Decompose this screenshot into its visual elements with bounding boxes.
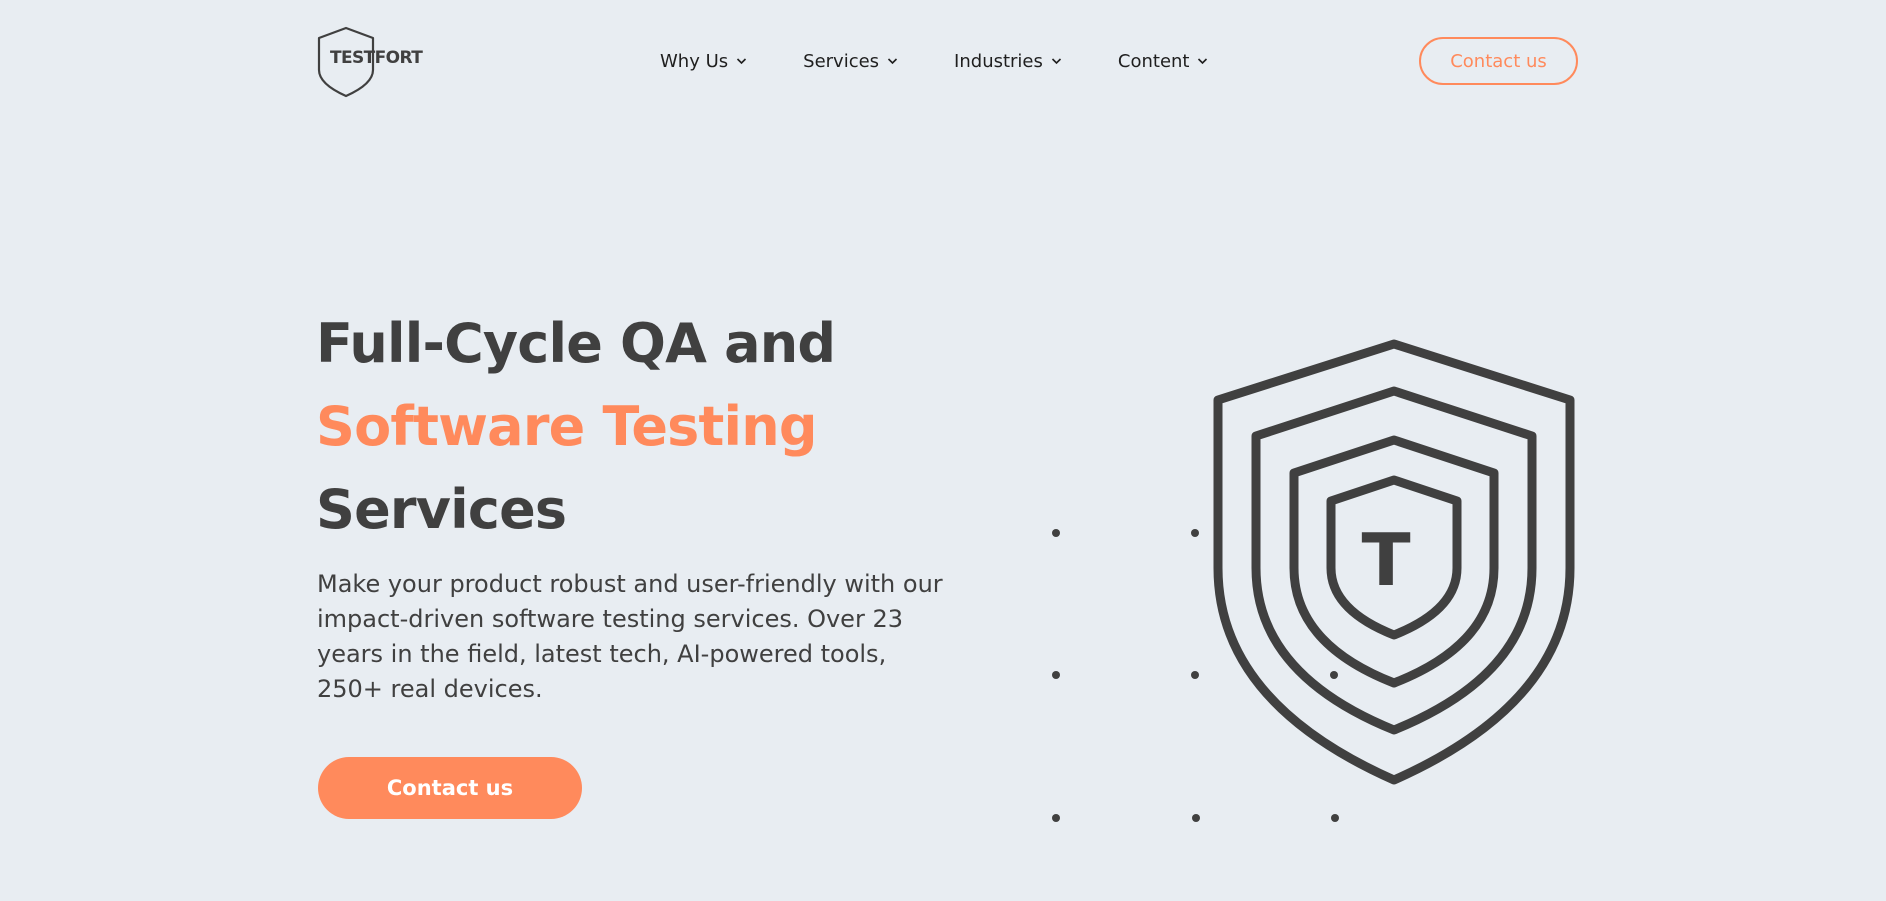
hero-title-line-1: Full-Cycle QA and xyxy=(316,312,836,375)
shield-icon xyxy=(1213,339,1575,785)
header-contact-button[interactable]: Contact us xyxy=(1419,37,1578,85)
logo[interactable]: TESTFORT xyxy=(316,26,423,98)
hero-description: Make your product robust and user-friend… xyxy=(317,570,943,703)
nav-item-label: Services xyxy=(803,50,880,72)
nav-item-industries[interactable]: Industries xyxy=(954,51,1062,72)
page: TESTFORT Why Us Services Industries Cont… xyxy=(0,0,1886,901)
shield-letter: T xyxy=(1361,518,1411,602)
chevron-down-icon xyxy=(737,58,747,65)
nav-item-services[interactable]: Services xyxy=(803,51,898,72)
nav-item-label: Content xyxy=(1117,50,1190,72)
hero-title: Full-Cycle QA and Software Testing Servi… xyxy=(316,302,1016,551)
nav-item-label: Industries xyxy=(954,50,1043,72)
hero-illustration: T xyxy=(1040,330,1600,840)
nav-item-label: Why Us xyxy=(660,50,729,72)
hero-contact-button[interactable]: Contact us xyxy=(318,757,582,819)
chevron-down-icon xyxy=(1051,58,1061,65)
nav-item-content[interactable]: Content xyxy=(1118,51,1209,72)
main-nav: Why Us Services Industries Content xyxy=(660,48,1208,74)
hero-title-line-2: Software Testing xyxy=(316,395,818,458)
nav-item-why-us[interactable]: Why Us xyxy=(660,51,747,72)
chevron-down-icon xyxy=(887,58,898,65)
hero-title-line-3: Services xyxy=(316,478,567,541)
chevron-down-icon xyxy=(1198,58,1208,65)
logo-text: TESTFORT xyxy=(330,48,423,68)
